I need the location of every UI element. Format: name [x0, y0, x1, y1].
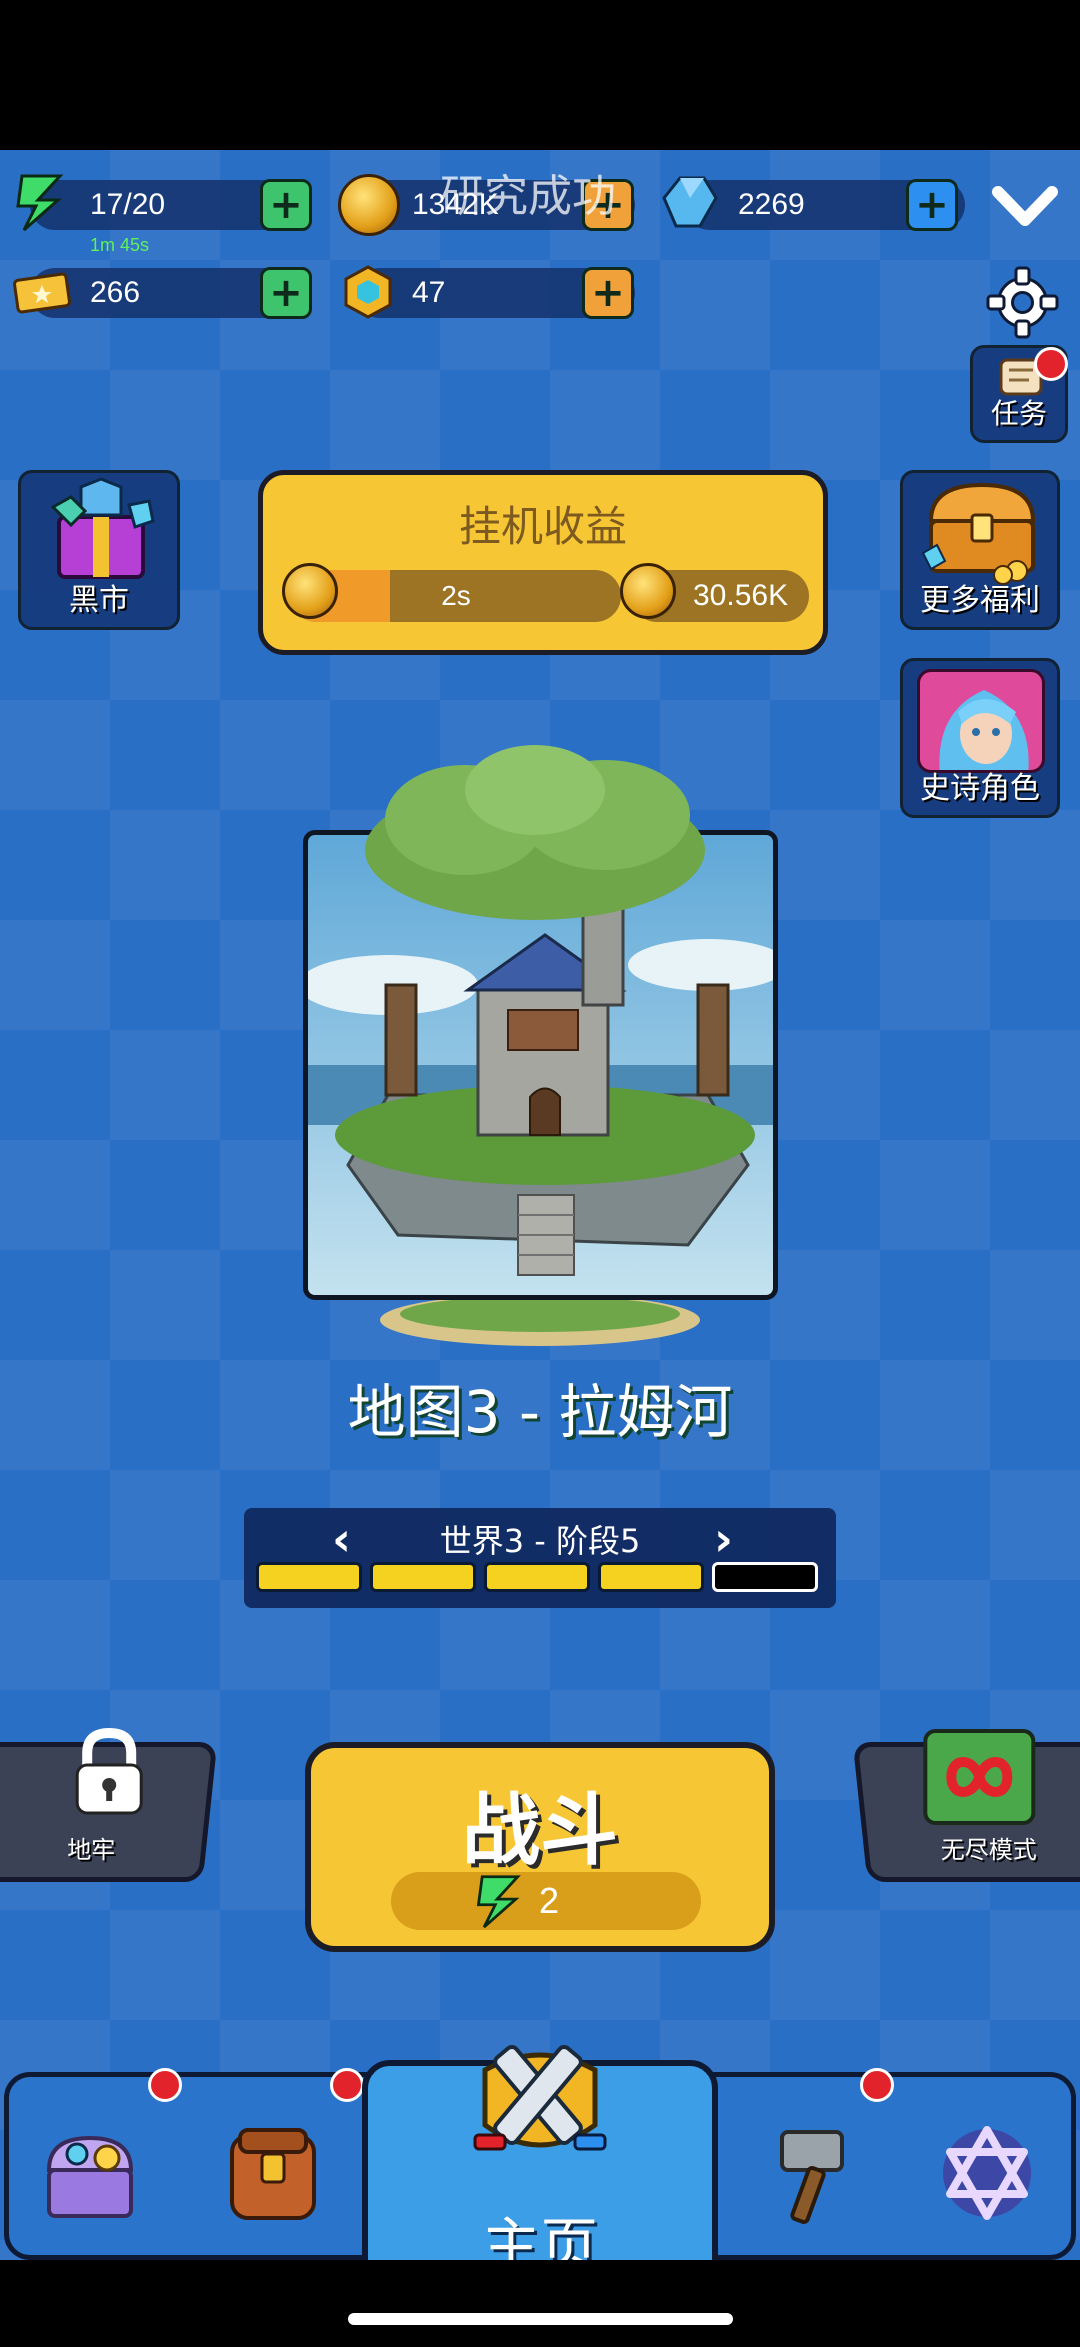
tasks-notification-dot — [1034, 347, 1068, 381]
dungeon-label: 地牢 — [67, 1836, 116, 1864]
hammer-icon — [780, 2130, 844, 2224]
nav-inventory-button[interactable] — [218, 2118, 328, 2228]
energy-value: 17/20 — [90, 188, 166, 221]
stage-segment — [712, 1562, 818, 1592]
coin-icon — [282, 563, 338, 619]
add-hexgem-button[interactable]: + — [582, 267, 634, 319]
epic-hero-button[interactable]: 史诗角色 — [900, 658, 1060, 818]
infinity-icon — [923, 1729, 1036, 1825]
forge-notification-dot — [860, 2068, 894, 2102]
gem-value: 2269 — [738, 188, 805, 221]
treasure-chest-icon — [921, 482, 1036, 585]
dungeon-button[interactable]: 地牢 — [0, 1727, 218, 1882]
idle-income-panel[interactable]: 挂机收益 2s 30.56K — [258, 470, 828, 655]
stage-segment — [256, 1562, 362, 1592]
home-indicator[interactable] — [348, 2313, 733, 2325]
toast-message: 研究成功 — [440, 171, 616, 222]
idle-income-amount: 30.56K — [693, 579, 789, 612]
endless-mode-button[interactable]: 无尽模式 — [852, 1729, 1080, 1882]
idle-income-timer: 2s — [441, 580, 471, 611]
hexgem-icon — [338, 262, 398, 322]
battle-label: 战斗 — [461, 1786, 618, 1876]
shop-notification-dot — [148, 2068, 182, 2102]
add-tickets-button[interactable]: + — [260, 267, 312, 319]
coin-icon — [338, 174, 400, 236]
treasure-chest-icon — [46, 2135, 134, 2218]
add-gems-button[interactable]: + — [906, 179, 958, 231]
stage-label: 世界3 - 阶段5 — [439, 1522, 641, 1560]
tasks-label: 任务 — [990, 397, 1047, 430]
gem-icon — [660, 172, 720, 232]
add-energy-button[interactable]: + — [260, 179, 312, 231]
nav-shop-button[interactable] — [35, 2118, 145, 2228]
nav-forge-button[interactable] — [752, 2118, 862, 2228]
nav-talent-button[interactable] — [932, 2118, 1042, 2228]
hexgem-value: 47 — [412, 276, 446, 309]
island-edge — [380, 1300, 700, 1346]
gift-box-icon — [50, 477, 155, 579]
status-bar — [0, 0, 1080, 150]
crossed-swords-icon — [473, 2044, 607, 2151]
stage-segment — [484, 1562, 590, 1592]
black-market-label: 黑市 — [69, 583, 129, 618]
tree-canopy — [365, 745, 705, 920]
epic-hero-label: 史诗角色 — [920, 771, 1040, 806]
lightning-icon — [476, 1875, 521, 1929]
map-title: 地图3 - 拉姆河 — [347, 1378, 733, 1446]
idle-income-progress: 2s — [291, 570, 621, 622]
chevron-down-icon[interactable] — [990, 180, 1060, 230]
battle-button[interactable]: 战斗 2 — [305, 1742, 775, 1952]
coin-icon — [620, 563, 676, 619]
hero-portrait — [917, 669, 1045, 773]
backpack-icon — [230, 2128, 316, 2220]
battle-cost: 2 — [539, 1880, 560, 1921]
black-market-button[interactable]: 黑市 — [18, 470, 180, 630]
idle-income-title: 挂机收益 — [458, 502, 627, 551]
stage-segment — [598, 1562, 704, 1592]
more-benefits-label: 更多福利 — [920, 583, 1040, 618]
gear-icon[interactable] — [985, 265, 1060, 340]
stage-next-button[interactable]: › — [714, 1512, 733, 1566]
inventory-notification-dot — [330, 2068, 364, 2102]
stage-segment — [370, 1562, 476, 1592]
more-benefits-button[interactable]: 更多福利 — [900, 470, 1060, 630]
system-bar — [0, 2260, 1080, 2347]
lightning-icon — [10, 172, 70, 232]
endless-mode-label: 无尽模式 — [940, 1836, 1037, 1864]
hexagram-icon — [943, 2126, 1031, 2220]
stage-selector: ‹ 世界3 - 阶段5 › — [244, 1508, 836, 1608]
lock-icon — [75, 1727, 143, 1815]
energy-timer: 1m 45s — [90, 235, 150, 255]
ticket-value: 266 — [90, 276, 141, 309]
ticket-icon — [12, 262, 72, 322]
